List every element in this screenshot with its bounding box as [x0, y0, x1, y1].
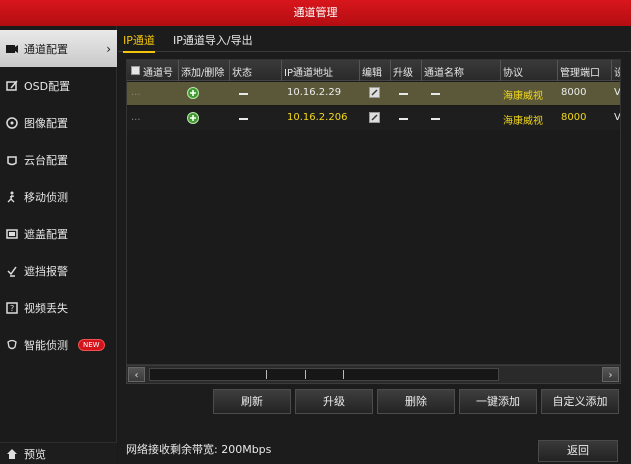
col-status[interactable]: 状态 — [232, 64, 252, 79]
image-icon — [5, 116, 19, 130]
column-separator — [178, 60, 179, 81]
sidebar-item-label: 云台配置 — [24, 153, 68, 167]
table-header: 通道号 添加/删除 状态 IP通道地址 编辑 升级 通道名称 协议 管理端口 设 — [127, 60, 620, 81]
channel-no: ... — [131, 87, 141, 98]
col-extra[interactable]: 设 — [614, 64, 620, 79]
back-button[interactable]: 返回 — [538, 440, 618, 462]
column-separator — [557, 60, 558, 81]
col-edit[interactable]: 编辑 — [362, 64, 382, 79]
column-separator — [500, 60, 501, 81]
sidebar-item-motion[interactable]: 移动侦测 — [0, 178, 117, 215]
sidebar-item-label: 遮挡报警 — [24, 264, 68, 278]
col-mgmt-port[interactable]: 管理端口 — [560, 64, 600, 79]
extra-cell: V — [614, 112, 621, 123]
col-protocol[interactable]: 协议 — [503, 64, 523, 79]
sidebar-item-preview[interactable]: 预览 — [0, 442, 117, 464]
svg-text:?: ? — [10, 304, 14, 313]
col-ip-address[interactable]: IP通道地址 — [284, 64, 333, 79]
mask-icon — [5, 227, 19, 241]
table-row[interactable]: ... 10.16.2.206 海康威视 8000 V — [127, 107, 621, 130]
window-title-bar: 通道管理 — [0, 0, 631, 26]
sidebar-item-label: 视频丢失 — [24, 301, 68, 315]
sidebar-item-smart-detect[interactable]: 智能侦测 NEW — [0, 326, 117, 363]
video-loss-icon: ? — [5, 301, 19, 315]
upgrade-button[interactable]: 升级 — [295, 389, 373, 414]
sidebar: 通道配置 › OSD配置 图像配置 云台配置 移动侦测 遮盖配置 遮挡报警 ? … — [0, 26, 117, 464]
column-separator — [229, 60, 230, 81]
mgmt-port: 8000 — [561, 112, 587, 123]
scroll-tick — [305, 370, 306, 379]
custom-add-button[interactable]: 自定义添加 — [541, 389, 619, 414]
add-channel-icon[interactable] — [187, 87, 199, 99]
sidebar-item-image[interactable]: 图像配置 — [0, 104, 117, 141]
col-add-delete[interactable]: 添加/删除 — [181, 64, 224, 79]
column-separator — [281, 60, 282, 81]
sidebar-item-label: 预览 — [24, 447, 46, 461]
motion-icon — [5, 190, 19, 204]
edit-icon[interactable] — [369, 87, 380, 98]
sidebar-item-channel-config[interactable]: 通道配置 › — [0, 30, 117, 67]
sidebar-item-label: 移动侦测 — [24, 190, 68, 204]
home-icon — [5, 447, 19, 461]
channel-config-icon — [5, 42, 19, 56]
tamper-alarm-icon — [5, 264, 19, 278]
osd-icon — [5, 79, 19, 93]
add-channel-icon[interactable] — [187, 112, 199, 124]
edit-icon[interactable] — [369, 112, 380, 123]
chevron-right-icon: › — [106, 41, 111, 56]
tab-ip-channel-import-export[interactable]: IP通道导入/导出 — [173, 32, 253, 48]
ip-address: 10.16.2.206 — [287, 112, 348, 123]
column-separator — [611, 60, 612, 81]
table-row[interactable]: ... 10.16.2.29 海康威视 8000 V — [127, 82, 621, 105]
horizontal-scrollbar[interactable]: ‹ › — [126, 365, 621, 384]
column-separator — [359, 60, 360, 81]
column-separator — [421, 60, 422, 81]
sidebar-item-label: 遮盖配置 — [24, 227, 68, 241]
window-title: 通道管理 — [293, 6, 338, 19]
channel-table: 通道号 添加/删除 状态 IP通道地址 编辑 升级 通道名称 协议 管理端口 设… — [126, 59, 621, 365]
extra-cell: V — [614, 87, 621, 98]
status-indicator — [239, 93, 248, 95]
channel-name-empty — [431, 93, 440, 95]
ptz-icon — [5, 153, 19, 167]
one-key-add-button[interactable]: 一键添加 — [459, 389, 537, 414]
sidebar-item-ptz[interactable]: 云台配置 — [0, 141, 117, 178]
sidebar-item-label: OSD配置 — [24, 79, 71, 93]
scroll-left-button[interactable]: ‹ — [128, 367, 145, 382]
scroll-right-button[interactable]: › — [602, 367, 619, 382]
sidebar-item-label: 图像配置 — [24, 116, 68, 130]
channel-name-empty — [431, 118, 440, 120]
delete-button[interactable]: 删除 — [377, 389, 455, 414]
col-channel-name[interactable]: 通道名称 — [424, 64, 464, 79]
scroll-tick — [343, 370, 344, 379]
protocol: 海康威视 — [503, 116, 543, 127]
ip-address: 10.16.2.29 — [287, 87, 342, 98]
col-channel-no[interactable]: 通道号 — [143, 64, 173, 79]
scroll-thumb[interactable] — [149, 368, 499, 381]
smart-detect-icon — [5, 338, 19, 352]
sidebar-item-osd[interactable]: OSD配置 — [0, 67, 117, 104]
select-all-checkbox[interactable] — [131, 66, 140, 75]
status-indicator — [239, 118, 248, 120]
new-badge: NEW — [78, 338, 105, 351]
main-panel: IP通道 IP通道导入/导出 通道号 添加/删除 状态 IP通道地址 编辑 升级… — [118, 26, 631, 464]
sidebar-item-label: 智能侦测 — [24, 338, 68, 352]
channel-no: ... — [131, 112, 141, 123]
sidebar-item-mask[interactable]: 遮盖配置 — [0, 215, 117, 252]
tab-ip-channel[interactable]: IP通道 — [123, 32, 155, 53]
scroll-tick — [266, 370, 267, 379]
upgrade-indicator — [399, 118, 408, 120]
protocol: 海康威视 — [503, 91, 543, 102]
column-separator — [390, 60, 391, 81]
sidebar-item-label: 通道配置 — [24, 42, 68, 56]
upgrade-indicator — [399, 93, 408, 95]
sidebar-item-tamper-alarm[interactable]: 遮挡报警 — [0, 252, 117, 289]
col-upgrade[interactable]: 升级 — [393, 64, 413, 79]
tab-bar: IP通道 IP通道导入/导出 — [118, 26, 631, 53]
mgmt-port: 8000 — [561, 87, 587, 98]
sidebar-item-video-loss[interactable]: ? 视频丢失 — [0, 289, 117, 326]
bandwidth-status: 网络接收剩余带宽: 200Mbps — [126, 443, 272, 456]
refresh-button[interactable]: 刷新 — [213, 389, 291, 414]
